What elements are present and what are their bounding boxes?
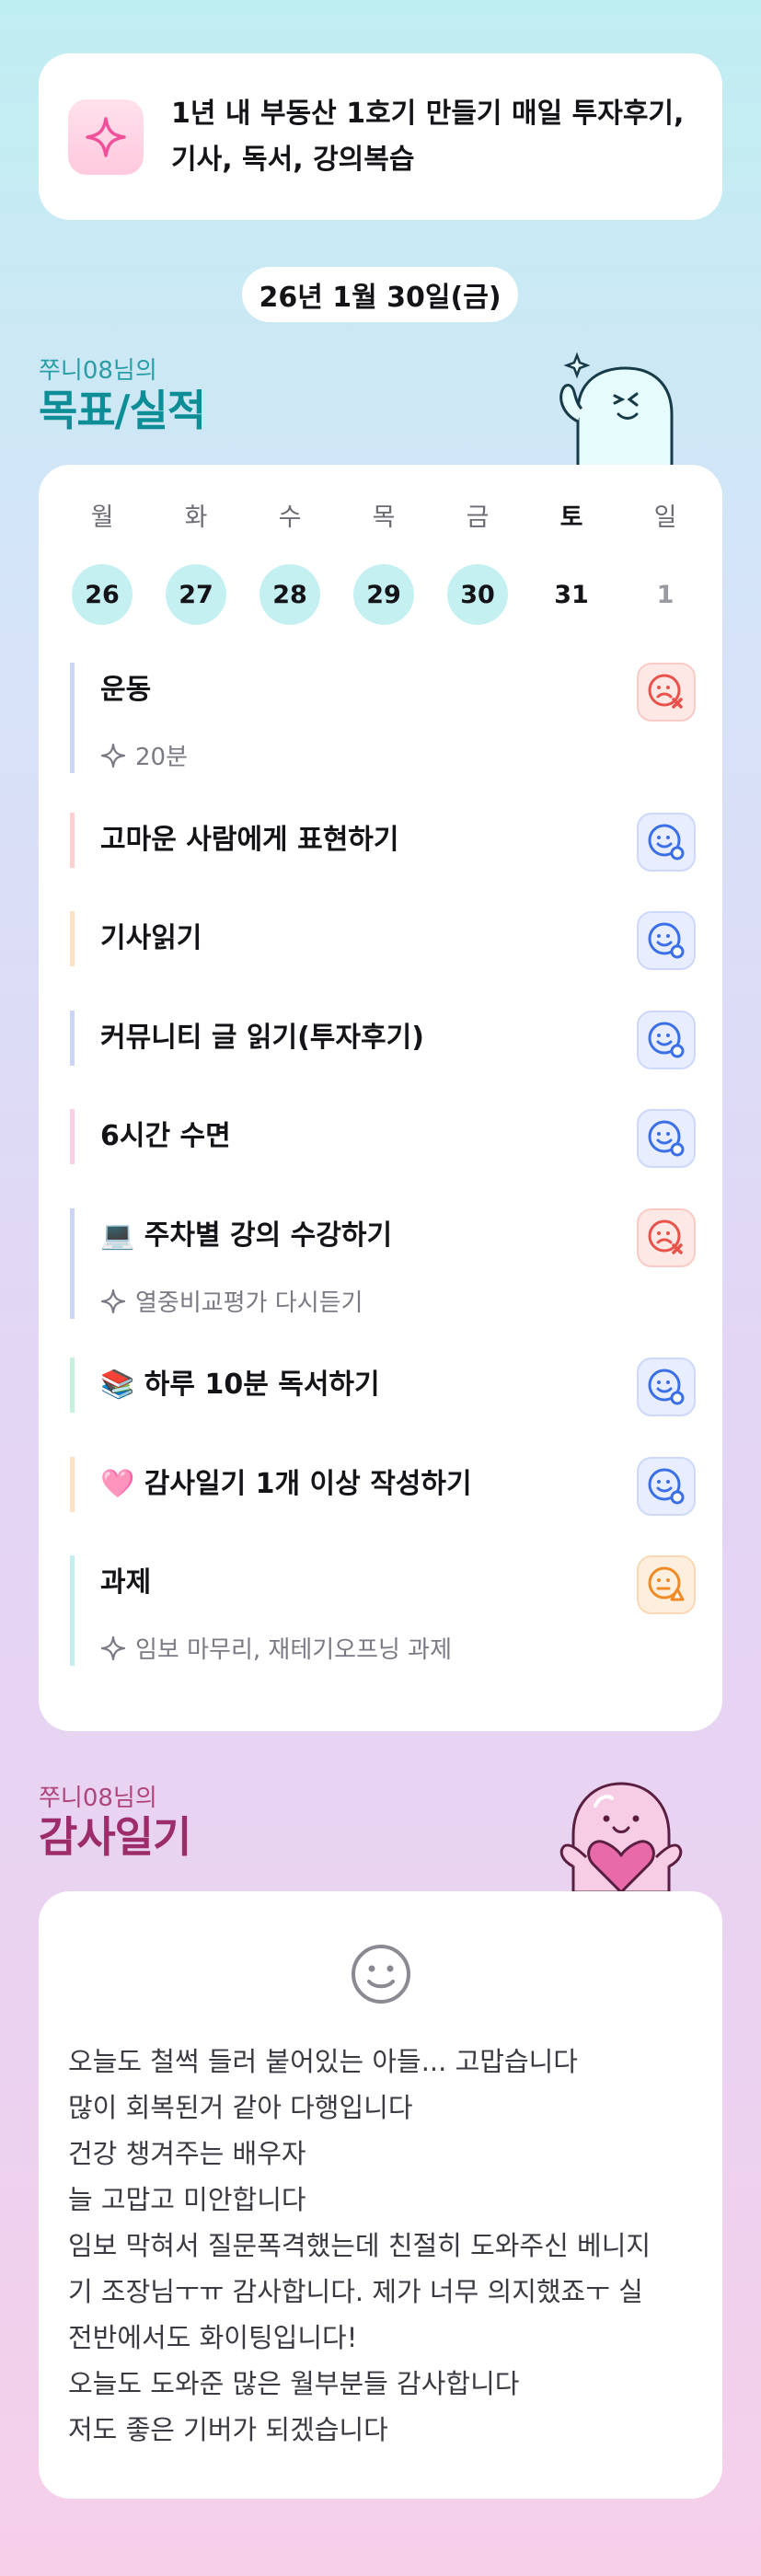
weekday-label: 금 [466,503,490,532]
sparkle-icon [100,1635,126,1660]
task-sub-text: 열중비교평가 다시듣기 [135,1289,363,1317]
date-pill[interactable]: 26년 1월 30일(금) [242,267,518,322]
sparkle-icon [100,743,126,768]
day-number: 27 [166,564,226,625]
day-tue[interactable]: 화 27 [164,502,228,625]
task-title: 🩷 감사일기 1개 이상 작성하기 [100,1468,472,1500]
diary-line: 저도 좋은 기버가 되겠습니다 [68,2414,388,2445]
task-title: 📚 하루 10분 독서하기 [100,1369,380,1401]
task-item[interactable]: 기사읽기 [70,911,696,970]
task-item[interactable]: 6시간 수면 [70,1109,696,1168]
weekday-label: 목 [372,503,396,532]
task-sub-text: 20분 [135,744,189,771]
task-item[interactable]: 커뮤니티 글 읽기(투자후기) [70,1011,696,1069]
weekday-label: 화 [184,503,208,532]
task-title: 과제 [100,1566,152,1599]
task-item[interactable]: 고마운 사람에게 표현하기 [70,813,696,872]
task-title: 커뮤니티 글 읽기(투자후기) [100,1022,424,1054]
day-number: 30 [447,564,508,625]
day-sun[interactable]: 일 1 [633,502,698,625]
task-sub: 열중비교평가 다시듣기 [100,1284,696,1318]
task-item[interactable]: 과제 임보 마무리, 재테기오프닝 과제 [70,1555,696,1666]
meh-warning-icon[interactable] [637,1555,696,1614]
diary-line: 오늘도 철썩 들러 붙어있는 아들... 고맙습니다 [68,2046,578,2077]
task-sub: 20분 [100,738,696,772]
smile-check-icon[interactable] [637,911,696,970]
day-sat[interactable]: 토 31 [539,502,604,625]
task-item[interactable]: 📚 하루 10분 독서하기 [70,1357,696,1416]
day-number: 26 [72,564,133,625]
sad-x-icon[interactable] [637,1208,696,1267]
task-title: 고마운 사람에게 표현하기 [100,824,399,856]
diary-line: 늘 고맙고 미안합니다 [68,2184,306,2215]
task-item[interactable]: 💻 주차별 강의 수강하기 열중비교평가 다시듣기 [70,1208,696,1319]
diary-section-title: 감사일기 [39,1812,191,1862]
smile-face-icon [349,1942,413,2010]
goal-line-2: 기사, 독서, 강의복습 [171,143,415,176]
diary-line: 많이 회복된거 같아 다행입니다 [68,2092,413,2123]
goal-text: 1년 내 부동산 1호기 만들기 매일 투자후기, 기사, 독서, 강의복습 [171,91,705,183]
day-wed[interactable]: 수 28 [258,502,322,625]
day-mon[interactable]: 월 26 [70,502,134,625]
diary-line: 임보 막혀서 질문폭격했는데 친절히 도와주신 베니지 [68,2230,651,2261]
day-thu[interactable]: 목 29 [352,502,416,625]
diary-line: 기 조장님ㅜㅠ 감사합니다. 제가 너무 의지했죠ㅜ 실 [68,2276,643,2307]
diary-line: 건강 챙겨주는 배우자 [68,2138,306,2169]
smile-check-icon[interactable] [637,813,696,872]
task-title: 기사읽기 [100,922,202,954]
weekday-label: 토 [559,503,583,532]
diary-line: 전반에서도 화이팅입니다! [68,2322,358,2353]
sad-x-icon[interactable] [637,663,696,722]
task-title: 6시간 수면 [100,1120,231,1152]
task-sub: 임보 마무리, 재테기오프닝 과제 [100,1631,696,1665]
day-number: 29 [353,564,414,625]
task-title: 운동 [100,674,152,706]
diary-line: 오늘도 도와준 많은 월부분들 감사합니다 [68,2368,520,2399]
smile-check-icon[interactable] [637,1011,696,1069]
day-fri[interactable]: 금 30 [445,502,510,625]
diary-text: 오늘도 철썩 들러 붙어있는 아들... 고맙습니다 많이 회복된거 같아 다행… [68,2039,703,2453]
smile-check-icon[interactable] [637,1357,696,1416]
smile-check-icon[interactable] [637,1109,696,1168]
sparkle-icon [100,1288,126,1313]
day-number: 1 [656,580,675,609]
goals-section-title: 목표/실적 [39,386,206,435]
sparkle-icon [68,98,144,175]
goals-card: 월 26 화 27 수 28 목 29 금 30 토 31 일 1 운동 20분… [39,465,722,1731]
task-sub-text: 임보 마무리, 재테기오프닝 과제 [135,1636,453,1664]
weekday-label: 수 [278,503,302,532]
task-item[interactable]: 운동 20분 [70,663,696,773]
day-number: 28 [259,564,320,625]
goal-line-1: 1년 내 부동산 1호기 만들기 매일 투자후기, [171,97,685,130]
heart-mascot-icon [548,1774,695,1896]
day-number: 31 [554,580,589,609]
task-item[interactable]: 🩷 감사일기 1개 이상 작성하기 [70,1457,696,1516]
smile-check-icon[interactable] [637,1457,696,1516]
weekday-label: 월 [90,503,114,532]
goal-card[interactable]: 1년 내 부동산 1호기 만들기 매일 투자후기, 기사, 독서, 강의복습 [39,53,722,220]
diary-card[interactable]: 오늘도 철썩 들러 붙어있는 아들... 고맙습니다 많이 회복된거 같아 다행… [39,1891,722,2499]
task-title: 💻 주차별 강의 수강하기 [100,1219,393,1252]
ghost-mascot-icon [550,348,688,471]
weekday-label: 일 [653,503,677,532]
